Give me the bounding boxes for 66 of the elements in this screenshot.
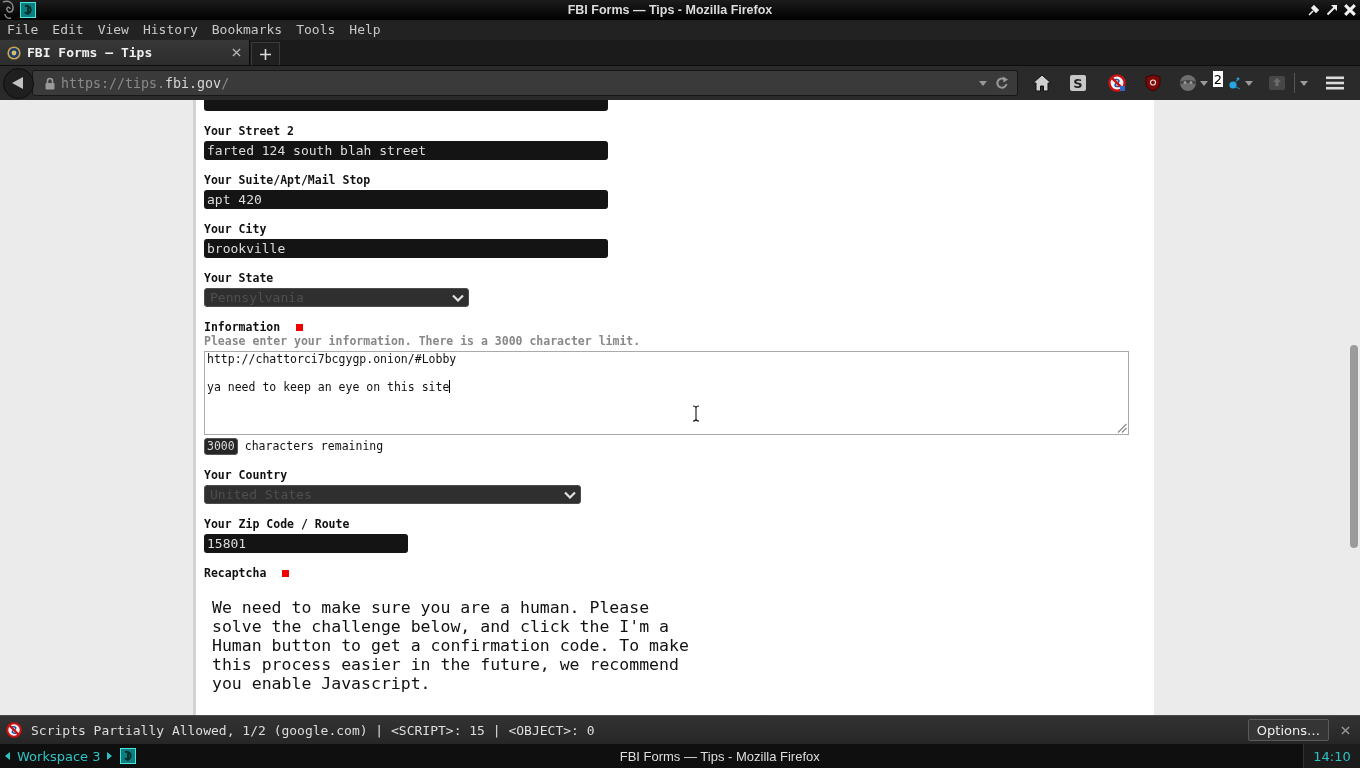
left-arrow-icon[interactable] — [5, 752, 10, 760]
back-icon — [11, 76, 24, 90]
menu-icon[interactable] — [1326, 76, 1344, 90]
maximize-icon[interactable] — [1326, 4, 1338, 16]
scrollbar-thumb[interactable] — [1350, 345, 1358, 548]
field-label: Information — [204, 319, 281, 335]
lock-icon — [45, 76, 55, 90]
captcha-instructions: We need to make sure you are a human. Please solve the challenge below, and click the I'm a Human button to get a confirmation code. To make this process easier in the future, we recommend you enable Javascript. — [212, 598, 690, 693]
caret-down-icon[interactable] — [1200, 80, 1208, 86]
reload-icon[interactable] — [995, 76, 1009, 90]
droplet-icon[interactable] — [1227, 76, 1241, 90]
clock: 14:10 — [1303, 744, 1360, 768]
menu-item[interactable]: View — [90, 20, 136, 40]
no-sign-icon[interactable] — [1108, 74, 1126, 92]
app-icon — [120, 748, 137, 764]
i-beam-cursor-icon — [692, 405, 700, 422]
resize-grip-icon[interactable] — [1117, 423, 1127, 433]
options-button[interactable]: Options… — [1247, 719, 1329, 741]
field-label: Your City — [204, 221, 267, 237]
mask-icon[interactable] — [1179, 74, 1197, 92]
menu-item[interactable]: Edit — [45, 20, 91, 40]
field-label: Your Street 2 — [204, 123, 294, 139]
field-label: Your Zip Code / Route — [204, 516, 350, 532]
menu-item[interactable]: Bookmarks — [204, 20, 290, 40]
new-tab-button[interactable] — [251, 42, 280, 65]
chevron-down-icon — [452, 293, 464, 302]
window-title: FBI Forms — Tips - Mozilla Firefox — [566, 3, 774, 17]
text-cursor-icon — [449, 380, 451, 393]
caret-down-icon[interactable] — [979, 80, 987, 86]
text-area[interactable]: http://chattorci7bcgygp.onion/#Lobby ya need to keep an eye on this site — [204, 351, 1129, 435]
notification-message: Scripts Partially Allowed, 1/2 (google.com) | <SCRIPT>: 15 | <OBJECT>: 0 — [31, 722, 596, 738]
chevron-down-icon — [564, 490, 576, 499]
address-bar[interactable]: https://tips.fbi.gov/ — [32, 70, 1018, 96]
taskbar-window-title[interactable]: FBI Forms — Tips - Mozilla Firefox — [136, 748, 1303, 764]
shield-icon[interactable] — [1145, 74, 1161, 92]
plus-icon — [259, 47, 272, 61]
menu-item[interactable]: Tools — [289, 20, 343, 40]
count-badge: 2 — [1213, 71, 1223, 87]
no-sign-icon — [6, 722, 22, 738]
menu-item[interactable]: Help — [342, 20, 388, 40]
workspace-label[interactable]: Workspace 3 — [17, 748, 101, 764]
field-hint: Please enter your information. There is a 3000 character limit. — [204, 335, 642, 347]
seal-icon — [7, 45, 21, 60]
text-input[interactable]: apt 420 — [204, 190, 608, 209]
letter-button[interactable]: S — [1070, 75, 1086, 91]
app-icon — [20, 2, 36, 18]
text-input[interactable]: brookville — [204, 239, 608, 258]
menu-item[interactable]: History — [135, 20, 205, 40]
text-input[interactable] — [204, 100, 608, 111]
right-arrow-icon[interactable] — [107, 752, 113, 760]
character-counter: 3000 — [204, 437, 238, 455]
browser-tab[interactable]: FBI Forms — Tips — [0, 40, 250, 65]
home-icon[interactable] — [1032, 74, 1052, 92]
field-label: Your State — [204, 270, 274, 286]
back-button[interactable] — [3, 67, 34, 99]
pin-icon[interactable] — [1308, 4, 1320, 16]
field-label: Recaptcha — [204, 565, 267, 581]
field-label: Your Country — [204, 467, 288, 483]
curve-icon — [1, 0, 17, 20]
menu-item[interactable]: File — [0, 20, 46, 40]
close-icon[interactable] — [232, 48, 241, 57]
field-label: Your Suite/Apt/Mail Stop — [204, 172, 371, 188]
counter-label: characters remaining — [244, 439, 384, 453]
text-input[interactable]: 15801 — [204, 534, 408, 553]
text-input[interactable]: farted 124 south blah street — [204, 141, 608, 160]
caret-down-icon[interactable] — [1245, 80, 1253, 86]
